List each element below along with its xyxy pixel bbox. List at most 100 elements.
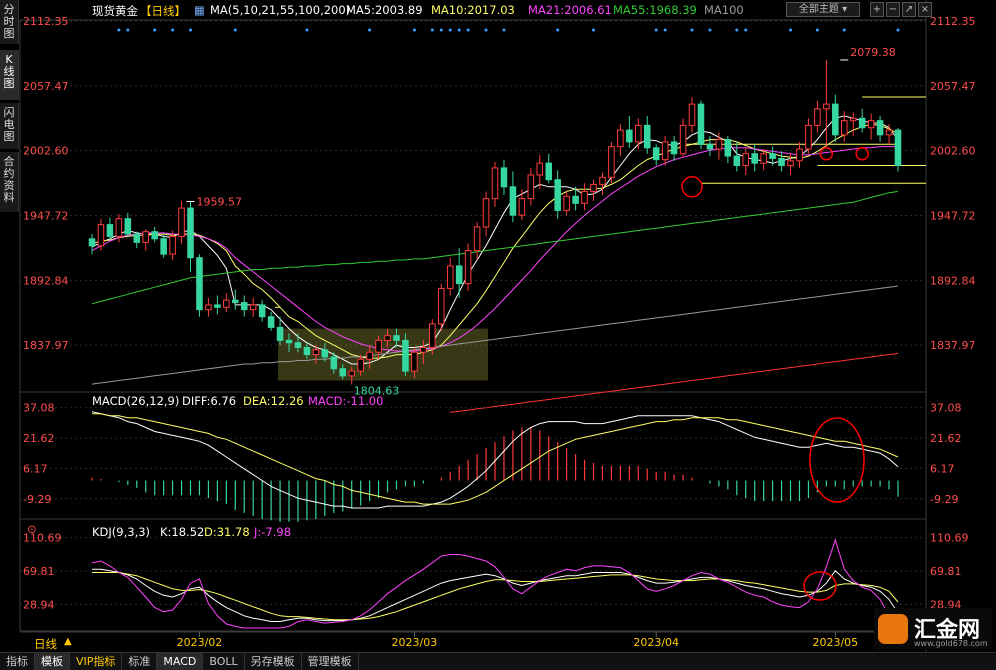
candle-body	[823, 103, 830, 110]
date-axis-label: 2023/02	[177, 636, 223, 649]
macd-axis-tick: 21.62	[930, 432, 962, 445]
candle-body	[142, 231, 150, 243]
period-up-icon[interactable]: ▲	[64, 636, 72, 647]
kdj-settings-icon[interactable]: ⊙	[27, 522, 37, 536]
main-axis-tick: 1892.84	[930, 274, 976, 287]
bottom-toolbar: 指标 模板 VIP指标 标准 MACD BOLL 另存模板 管理模板	[0, 652, 996, 670]
bottom-tab-standard[interactable]: 标准	[122, 653, 158, 670]
ma55-value: MA55:1968.39	[613, 3, 697, 17]
candle-body	[196, 257, 203, 311]
candle-body	[88, 238, 96, 247]
sidebar-tab-flash[interactable]: 闪电图	[0, 103, 19, 149]
kdj-axis-tick-left: 28.94	[23, 598, 55, 611]
event-marker-dot	[484, 28, 488, 32]
sidebar-tab-label: 合约资料	[3, 155, 15, 204]
candle-body	[133, 233, 141, 243]
theme-select-label: 全部主题	[798, 4, 839, 15]
bottom-tab-vip[interactable]: VIP指标	[70, 653, 123, 670]
candle-body	[214, 304, 221, 308]
main-axis-tick-left: 2057.47	[23, 80, 69, 93]
bottom-tab-template[interactable]: 模板	[35, 653, 70, 670]
candle-body	[652, 147, 660, 161]
candle-body	[446, 265, 454, 289]
candle-body	[366, 351, 373, 360]
macd-axis-tick-left: 6.17	[23, 462, 48, 475]
event-marker-dot	[439, 28, 443, 32]
macd-axis-tick: 37.08	[930, 402, 962, 415]
close-button[interactable]: ×	[918, 2, 932, 17]
candle-body	[178, 207, 185, 237]
candle-body	[590, 183, 597, 193]
event-marker-dot	[654, 28, 658, 32]
ma5-value: MA5:2003.89	[346, 3, 423, 17]
candle-body	[482, 198, 490, 228]
macd-axis-tick-left: -9.29	[23, 493, 51, 506]
candle-body	[464, 250, 472, 285]
candle-body	[661, 141, 669, 161]
theme-select[interactable]: 全部主题 ▾	[786, 2, 860, 17]
zoom-in-button[interactable]: +	[870, 2, 884, 17]
event-marker-dot	[708, 28, 712, 32]
candle-body	[223, 299, 230, 308]
candle-body	[455, 265, 463, 285]
kdj-annotation-circle	[803, 571, 837, 601]
chevron-down-icon: ▾	[842, 4, 848, 15]
candle-body	[240, 302, 248, 311]
candle-body	[330, 356, 338, 370]
expand-button[interactable]: ↗	[902, 2, 916, 17]
event-marker-dot	[502, 28, 506, 32]
chart-canvas: 2112.35 2112.35 2057.47 2057.47 2002.60 2002.…	[19, 0, 976, 652]
macd-diff-value: DIFF:6.76	[182, 394, 237, 408]
candle-body	[697, 103, 705, 145]
bottom-tab-manage-template[interactable]: 管理模板	[302, 653, 359, 670]
kdj-label: KDJ(9,3,3)	[92, 525, 151, 539]
event-marker-dot	[592, 28, 596, 32]
event-marker-dot	[368, 28, 372, 32]
logo-mark-icon	[878, 614, 908, 644]
sidebar-tab-timeshare[interactable]: 分时图	[0, 0, 19, 44]
macd-hist-value: MACD:-11.00	[308, 394, 384, 408]
event-marker-dot	[842, 28, 846, 32]
expand-icon: ↗	[904, 4, 914, 15]
sidebar-tab-kline[interactable]: K线图	[0, 50, 19, 100]
candle-body	[411, 351, 418, 372]
candle-body	[249, 304, 257, 311]
candle-body	[867, 120, 875, 129]
annotation-circle	[819, 146, 834, 161]
ma-line-ma200	[450, 352, 899, 413]
bottom-tab-boll[interactable]: BOLL	[203, 653, 245, 670]
zoom-out-button[interactable]: −	[886, 2, 900, 17]
candle-body	[751, 153, 758, 164]
candle-body	[572, 195, 579, 204]
candle-body	[232, 299, 239, 304]
ma-settings-icon[interactable]: ▦	[194, 3, 205, 17]
bottom-tab-macd[interactable]: MACD	[157, 653, 204, 670]
candle-body	[554, 179, 561, 211]
candle-body	[885, 129, 893, 136]
candle-body	[348, 370, 355, 377]
event-marker-dot	[896, 28, 900, 32]
candle-body	[500, 167, 508, 188]
bottom-tab-indicator[interactable]: 指标	[0, 653, 35, 670]
candle-body	[894, 129, 902, 167]
candle-body	[805, 124, 812, 150]
peak-price-label: 1959.57	[197, 195, 243, 208]
macd-dea-value: DEA:12.26	[243, 394, 304, 408]
event-marker-dot	[117, 28, 121, 32]
event-marker-dot	[233, 28, 237, 32]
bottom-tab-save-template[interactable]: 另存模板	[245, 653, 302, 670]
candle-body	[303, 346, 311, 356]
candle-body	[473, 226, 481, 252]
ma21-value: MA21:2006.61	[528, 3, 612, 17]
candle-body	[706, 143, 714, 150]
candle-body	[832, 103, 839, 136]
main-axis-tick-left: 1892.84	[23, 274, 69, 287]
candle-body	[375, 339, 382, 353]
candle-body	[339, 368, 347, 377]
event-marker-dot	[153, 28, 157, 32]
sidebar-tab-contract[interactable]: 合约资料	[0, 152, 19, 212]
candle-body	[420, 346, 427, 353]
candle-body	[509, 186, 517, 216]
event-marker-dot	[430, 28, 434, 32]
main-axis-tick: 2112.35	[930, 15, 976, 28]
